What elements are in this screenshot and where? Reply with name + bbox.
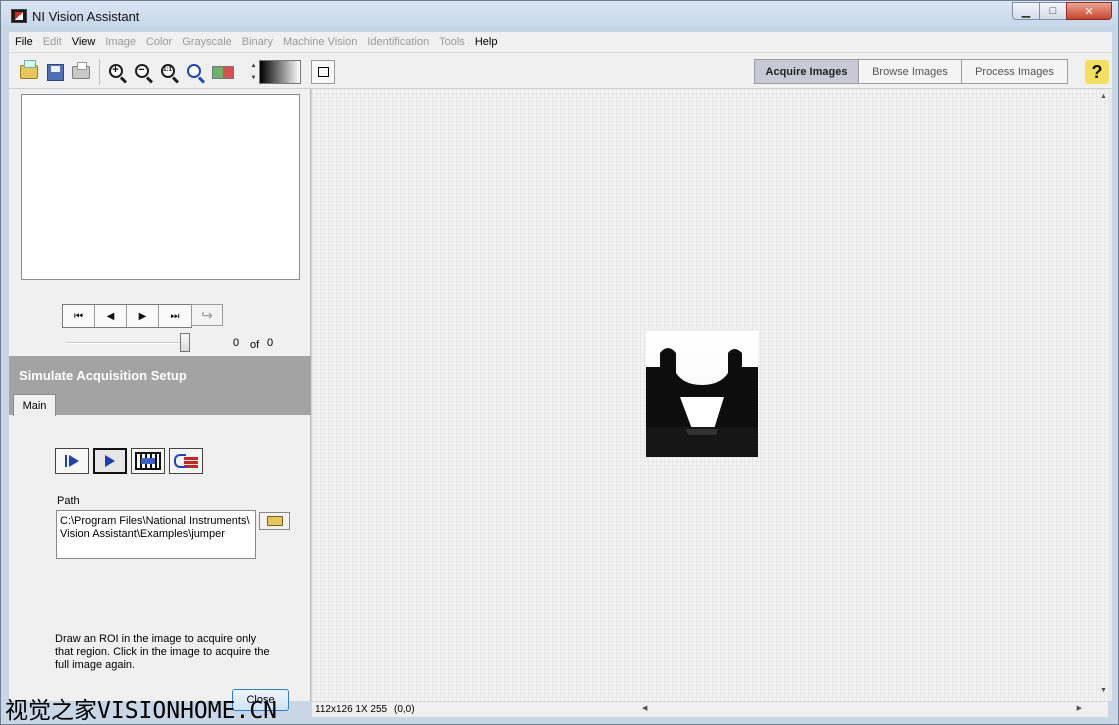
image-slider-thumb[interactable] bbox=[180, 333, 190, 352]
menu-identification[interactable]: Identification bbox=[367, 36, 429, 48]
menu-tools[interactable]: Tools bbox=[439, 36, 465, 48]
horizontal-scrollbar[interactable]: ◀ ▶ bbox=[642, 704, 1082, 714]
image-info: 112x126 1X 255 bbox=[315, 704, 388, 715]
close-window-button[interactable]: ✕ bbox=[1066, 2, 1112, 20]
acquired-image[interactable] bbox=[646, 331, 758, 457]
total-count: 0 bbox=[267, 337, 274, 349]
menu-view[interactable]: View bbox=[72, 36, 96, 48]
tab-process-images[interactable]: Process Images bbox=[961, 59, 1068, 84]
acquisition-controls bbox=[55, 448, 207, 474]
open-image-button[interactable] bbox=[17, 60, 41, 84]
next-image-button[interactable]: ▶ bbox=[127, 305, 159, 327]
previous-image-button[interactable]: ◀ bbox=[95, 305, 127, 327]
of-label: of bbox=[250, 339, 260, 351]
acquire-single-button[interactable] bbox=[55, 448, 89, 474]
browse-folder-button[interactable] bbox=[259, 512, 290, 530]
setup-title: Simulate Acquisition Setup bbox=[19, 368, 187, 383]
save-image-icon bbox=[46, 63, 64, 81]
image-canvas[interactable] bbox=[312, 89, 1108, 701]
thumbnail-preview bbox=[21, 94, 300, 280]
menu-help[interactable]: Help bbox=[475, 36, 498, 48]
step-icon bbox=[65, 455, 67, 467]
menu-grayscale[interactable]: Grayscale bbox=[182, 36, 232, 48]
help-button[interactable]: ? bbox=[1085, 60, 1109, 84]
window-title: NI Vision Assistant bbox=[32, 9, 140, 24]
palette-icon bbox=[212, 65, 234, 79]
store-acquired-image-button[interactable] bbox=[169, 448, 203, 474]
app-logo-icon bbox=[11, 9, 27, 23]
gradient-palette-icon[interactable] bbox=[259, 60, 301, 84]
setup-header: Simulate Acquisition Setup Main bbox=[9, 356, 311, 416]
toolbar-separator bbox=[99, 59, 100, 85]
zoom-1to1-button[interactable]: 1:1 bbox=[157, 60, 181, 84]
path-input[interactable]: C:\Program Files\National Instruments\ V… bbox=[56, 510, 256, 559]
watermark: 视觉之家VISIONHOME.CN bbox=[5, 698, 278, 724]
first-image-button[interactable]: ⏮ bbox=[63, 305, 95, 327]
tab-acquire-images[interactable]: Acquire Images bbox=[754, 59, 859, 84]
menu-edit[interactable]: Edit bbox=[43, 36, 62, 48]
cursor-coordinates: (0,0) bbox=[394, 704, 415, 715]
toolbar: + − 1:1 ▲ ▼ Acquire Images Browse Images … bbox=[9, 52, 1112, 89]
zoom-1to1-icon: 1:1 bbox=[160, 63, 175, 78]
zoom-fit-button[interactable] bbox=[183, 60, 207, 84]
zoom-in-button[interactable]: + bbox=[105, 60, 129, 84]
window-controls: ▁ □ ✕ bbox=[1012, 2, 1112, 20]
palette-spinner[interactable]: ▲ ▼ bbox=[249, 60, 258, 84]
rectangle-roi-button[interactable] bbox=[311, 60, 335, 84]
menu-file[interactable]: File bbox=[15, 36, 33, 48]
rectangle-roi-icon bbox=[317, 67, 329, 77]
current-index: 0 bbox=[233, 337, 240, 349]
mode-tabs: Acquire Images Browse Images Process Ima… bbox=[754, 59, 1068, 84]
return-icon[interactable]: ↪ bbox=[191, 304, 223, 326]
menu-image[interactable]: Image bbox=[105, 36, 136, 48]
zoom-out-icon: − bbox=[134, 63, 149, 78]
menu-machine-vision[interactable]: Machine Vision bbox=[283, 36, 357, 48]
film-strip-icon bbox=[135, 452, 161, 470]
app-window: NI Vision Assistant ▁ □ ✕ File Edit View… bbox=[0, 0, 1119, 725]
title-bar: NI Vision Assistant ▁ □ ✕ bbox=[1, 1, 1118, 31]
minimize-button[interactable]: ▁ bbox=[1012, 2, 1040, 20]
menu-color[interactable]: Color bbox=[146, 36, 172, 48]
play-icon bbox=[105, 455, 115, 467]
last-image-button[interactable]: ⏭ bbox=[159, 305, 191, 327]
scroll-down-arrow[interactable]: ▼ bbox=[1100, 687, 1107, 694]
maximize-button[interactable]: □ bbox=[1039, 2, 1067, 20]
left-panel: ⏮ ◀ ▶ ⏭ ↪ 0 of 0 Simulate Acquisition Se… bbox=[9, 89, 311, 711]
palette-button[interactable] bbox=[211, 60, 235, 84]
sequence-acquisition-button[interactable] bbox=[131, 448, 165, 474]
store-to-browser-icon bbox=[174, 452, 198, 470]
image-navigation: ⏮ ◀ ▶ ⏭ bbox=[62, 304, 192, 328]
print-button[interactable] bbox=[69, 60, 93, 84]
zoom-in-icon: + bbox=[108, 63, 123, 78]
scroll-right-arrow[interactable]: ▶ bbox=[1077, 704, 1082, 712]
scroll-left-arrow[interactable]: ◀ bbox=[642, 704, 647, 712]
image-slider-track[interactable] bbox=[66, 342, 190, 344]
save-image-button[interactable] bbox=[43, 60, 67, 84]
status-bar: 112x126 1X 255 (0,0) ◀ ▶ bbox=[312, 701, 1108, 717]
acquire-continuous-button[interactable] bbox=[93, 448, 127, 474]
tab-main[interactable]: Main bbox=[13, 394, 56, 416]
print-icon bbox=[72, 61, 90, 79]
path-label: Path bbox=[57, 495, 80, 507]
menu-binary[interactable]: Binary bbox=[242, 36, 273, 48]
tab-browse-images[interactable]: Browse Images bbox=[858, 59, 962, 84]
scroll-up-arrow[interactable]: ▲ bbox=[1100, 93, 1107, 100]
menu-bar: File Edit View Image Color Grayscale Bin… bbox=[9, 32, 1112, 52]
vertical-scrollbar[interactable] bbox=[1108, 89, 1112, 701]
zoom-out-button[interactable]: − bbox=[131, 60, 155, 84]
roi-hint-text: Draw an ROI in the image to acquire only… bbox=[55, 633, 270, 671]
folder-open-icon bbox=[266, 516, 283, 526]
zoom-fit-icon bbox=[186, 63, 201, 78]
open-image-icon bbox=[20, 60, 38, 79]
